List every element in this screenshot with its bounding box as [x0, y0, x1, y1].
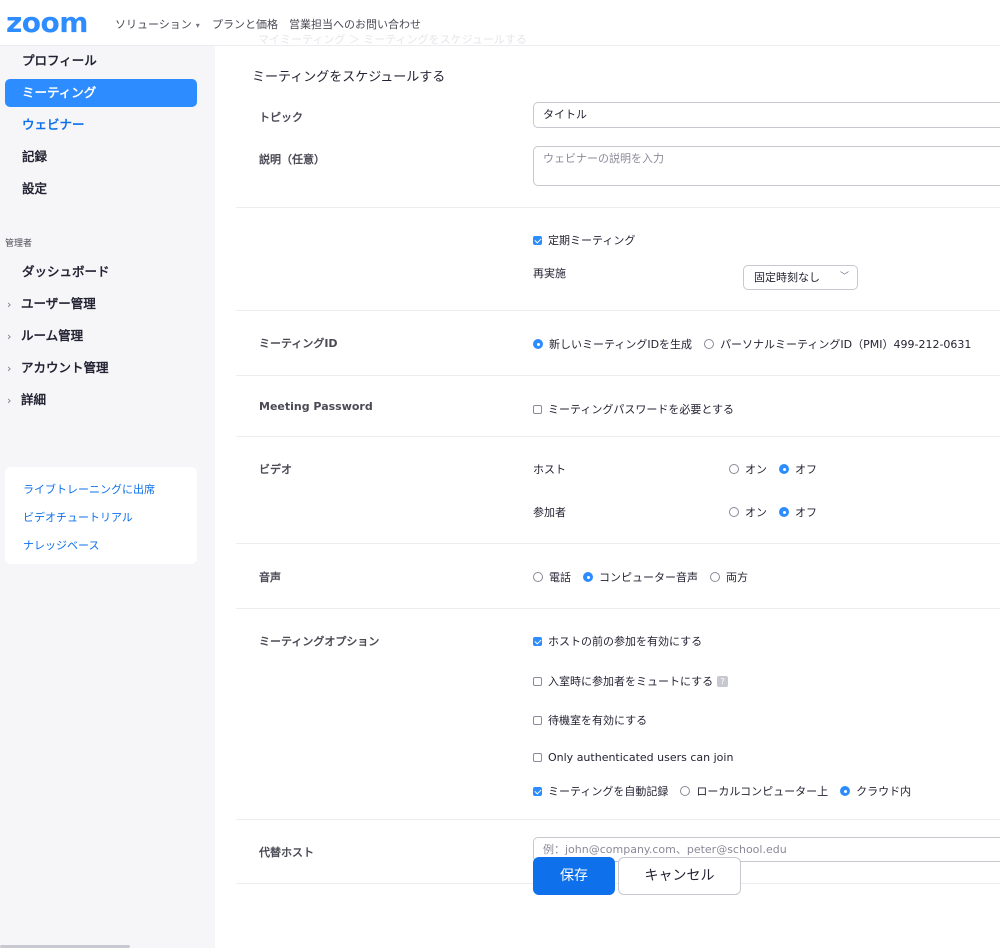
- info-icon[interactable]: ?: [717, 675, 729, 687]
- video-participant-options: オン オフ: [729, 504, 829, 520]
- radio-selected[interactable]: [533, 339, 543, 349]
- checkbox-checked[interactable]: [533, 786, 542, 796]
- chevron-right-icon: ›: [7, 394, 12, 407]
- nav-plans[interactable]: プランと価格: [212, 16, 278, 32]
- radio-unselected[interactable]: [729, 507, 739, 517]
- cancel-button[interactable]: キャンセル: [618, 857, 741, 895]
- radio-selected[interactable]: [779, 464, 789, 474]
- top-navigation-bar: zoom ソリューション ▾ プランと価格 営業担当へのお問い合わせ マイミーティ…: [0, 0, 1000, 46]
- alternative-host-label: 代替ホスト: [259, 846, 314, 859]
- radio-personal-meeting-id[interactable]: パーソナルミーティングID（PMI）499-212-0631: [704, 336, 971, 352]
- divider: [236, 207, 1000, 208]
- sidebar-item-recordings[interactable]: 記録: [5, 143, 197, 171]
- sidebar-item-room-management[interactable]: › ルーム管理: [7, 324, 83, 348]
- chevron-right-icon: ›: [7, 298, 12, 311]
- checkbox-unchecked[interactable]: [533, 676, 542, 686]
- sidebar-item-dashboard[interactable]: ダッシュボード: [22, 260, 110, 284]
- divider: [236, 543, 1000, 544]
- zoom-logo[interactable]: zoom: [6, 6, 88, 39]
- description-label: 説明（任意）: [259, 153, 325, 166]
- radio-unselected[interactable]: [533, 572, 543, 582]
- radio-selected[interactable]: [840, 786, 851, 796]
- topic-label: トピック: [259, 111, 303, 124]
- auto-record-checkbox[interactable]: ミーティングを自動記録: [533, 783, 668, 799]
- help-card: ライブトレーニングに出席 ビデオチュートリアル ナレッジベース: [5, 467, 197, 564]
- radio-unselected[interactable]: [680, 786, 691, 796]
- sidebar-item-profile[interactable]: プロフィール: [5, 47, 197, 75]
- meeting-id-options: 新しいミーティングIDを生成 パーソナルミーティングID（PMI）499-212…: [533, 336, 983, 352]
- audio-options: 電話 コンピューター音声 両方: [533, 569, 760, 585]
- sidebar-item-webinars[interactable]: ウェビナー: [5, 111, 197, 139]
- radio-unselected[interactable]: [710, 572, 720, 582]
- recurrence-label: 再実施: [533, 267, 566, 280]
- topic-input[interactable]: タイトル: [533, 102, 1000, 128]
- chevron-down-icon: ﹀: [839, 272, 849, 282]
- chevron-right-icon: ›: [7, 330, 12, 343]
- radio-record-local[interactable]: ローカルコンピューター上: [680, 783, 828, 799]
- waiting-room-row[interactable]: 待機室を有効にする: [533, 712, 647, 728]
- recurrence-select[interactable]: 固定時刻なし ﹀: [743, 265, 858, 290]
- mute-on-entry-row[interactable]: 入室時に参加者をミュートにする?: [533, 673, 729, 689]
- radio-audio-computer[interactable]: コンピューター音声: [583, 569, 698, 585]
- radio-unselected[interactable]: [704, 339, 715, 349]
- password-checkbox-row[interactable]: ミーティングパスワードを必要とする: [533, 401, 734, 417]
- radio-participant-video-on[interactable]: オン: [729, 504, 767, 520]
- video-host-options: オン オフ: [729, 461, 829, 477]
- sidebar: プロフィール ミーティング ウェビナー 記録 設定 管理者 ダッシュボード › ユ…: [0, 46, 215, 948]
- meeting-password-label: Meeting Password: [259, 400, 373, 413]
- sidebar-item-advanced[interactable]: › 詳細: [7, 388, 46, 412]
- join-before-host-row[interactable]: ホストの前の参加を有効にする: [533, 633, 702, 649]
- radio-selected[interactable]: [779, 507, 789, 517]
- description-input[interactable]: ウェビナーの説明を入力: [533, 146, 1000, 186]
- radio-host-video-off[interactable]: オフ: [779, 461, 817, 477]
- checkbox-checked[interactable]: [533, 235, 542, 245]
- auto-record-row: ミーティングを自動記録 ローカルコンピューター上 クラウド内: [533, 783, 923, 799]
- sidebar-item-account-management[interactable]: › アカウント管理: [7, 356, 109, 380]
- caret-down-icon: ▾: [195, 21, 200, 30]
- checkbox-checked[interactable]: [533, 636, 542, 646]
- checkbox-unchecked[interactable]: [533, 715, 542, 725]
- radio-record-cloud[interactable]: クラウド内: [840, 783, 911, 799]
- sidebar-item-settings[interactable]: 設定: [5, 175, 197, 203]
- radio-generate-new-id[interactable]: 新しいミーティングIDを生成: [533, 336, 692, 352]
- sidebar-item-user-management[interactable]: › ユーザー管理: [7, 292, 96, 316]
- link-video-tutorials[interactable]: ビデオチュートリアル: [23, 509, 133, 525]
- nav-solutions[interactable]: ソリューション ▾: [115, 16, 200, 32]
- sidebar-item-meetings[interactable]: ミーティング: [5, 79, 197, 107]
- chevron-right-icon: ›: [7, 362, 12, 375]
- link-live-training[interactable]: ライブトレーニングに出席: [23, 481, 155, 497]
- meeting-id-label: ミーティングID: [259, 337, 338, 350]
- video-label: ビデオ: [259, 463, 292, 476]
- audio-label: 音声: [259, 571, 281, 584]
- radio-unselected[interactable]: [729, 464, 739, 474]
- checkbox-unchecked[interactable]: [533, 404, 542, 414]
- checkbox-unchecked[interactable]: [533, 753, 542, 762]
- video-host-label: ホスト: [533, 463, 566, 476]
- meeting-options-label: ミーティングオプション: [259, 635, 380, 648]
- divider: [236, 310, 1000, 311]
- radio-host-video-on[interactable]: オン: [729, 461, 767, 477]
- radio-audio-phone[interactable]: 電話: [533, 569, 571, 585]
- video-participant-label: 参加者: [533, 506, 566, 519]
- divider: [236, 608, 1000, 609]
- recurring-checkbox-row[interactable]: 定期ミーティング: [533, 232, 635, 248]
- divider: [236, 375, 1000, 376]
- save-button[interactable]: 保存: [533, 857, 615, 895]
- admin-heading: 管理者: [5, 239, 33, 249]
- divider: [236, 436, 1000, 437]
- nav-contact-sales[interactable]: 営業担当へのお問い合わせ: [289, 16, 421, 32]
- link-knowledge-base[interactable]: ナレッジベース: [23, 537, 99, 553]
- radio-participant-video-off[interactable]: オフ: [779, 504, 817, 520]
- radio-audio-both[interactable]: 両方: [710, 569, 748, 585]
- radio-selected[interactable]: [583, 572, 593, 582]
- divider: [236, 819, 1000, 820]
- authenticated-only-row[interactable]: Only authenticated users can join: [533, 751, 733, 764]
- breadcrumb: マイミーティング ＞ ミーティングをスケジュールする: [258, 33, 527, 46]
- page-title: ミーティングをスケジュールする: [252, 70, 446, 85]
